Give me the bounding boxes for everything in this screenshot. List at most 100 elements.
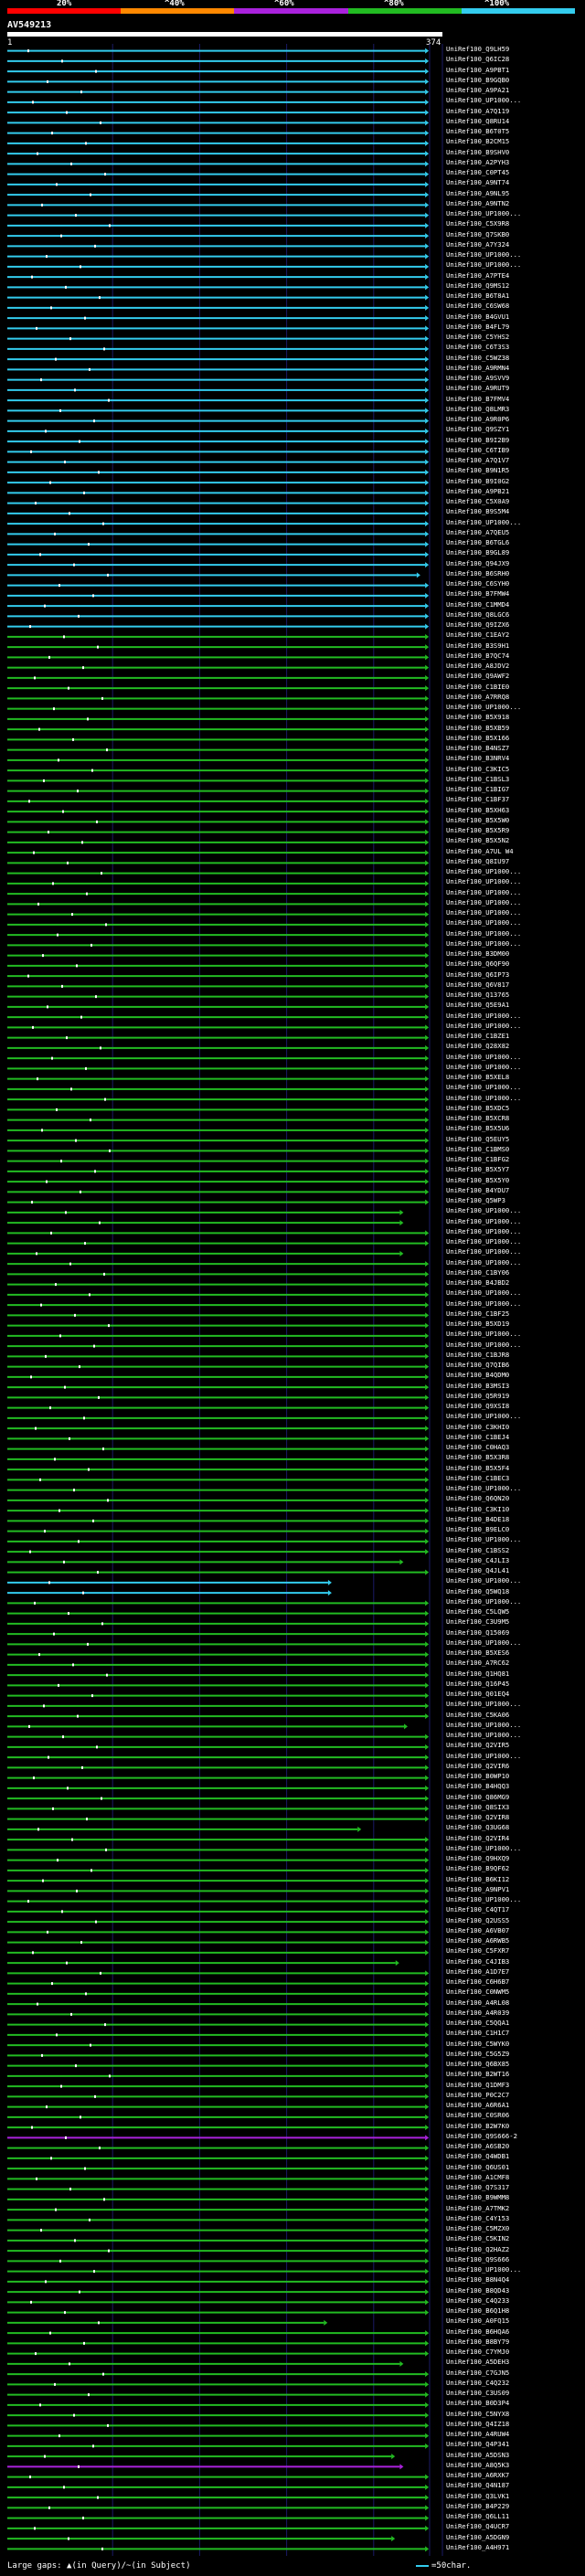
hit-label[interactable]: UniRef100_C5X9R8 — [446, 220, 585, 228]
hit-label[interactable]: UniRef100_A6VB07 — [446, 1927, 585, 1935]
hit-label[interactable]: UniRef100_UP1000... — [446, 1207, 585, 1214]
hit-label[interactable]: UniRef100_Q5E9A1 — [446, 1002, 585, 1009]
hit-label[interactable]: UniRef100_A4RL08 — [446, 1999, 585, 2007]
hit-label[interactable]: UniRef100_C1H1C7 — [446, 2030, 585, 2037]
hit-label[interactable]: UniRef100_B5X5U6 — [446, 1125, 585, 1132]
hit-label[interactable]: UniRef100_B9N1R5 — [446, 467, 585, 474]
hit-label[interactable]: UniRef100_A7RRQ8 — [446, 694, 585, 701]
hit-label[interactable]: UniRef100_UP1000... — [446, 1289, 585, 1297]
hit-label[interactable]: UniRef100_C0PT45 — [446, 169, 585, 176]
hit-label[interactable]: UniRef100_B9GL89 — [446, 549, 585, 557]
hit-label[interactable]: UniRef100_Q6LL11 — [446, 2513, 585, 2520]
hit-label[interactable]: UniRef100_UP1000... — [446, 1639, 585, 1647]
hit-label[interactable]: UniRef100_B0D3P4 — [446, 2400, 585, 2407]
hit-label[interactable]: UniRef100_A6RXK7 — [446, 2472, 585, 2479]
hit-label[interactable]: UniRef100_C5MZX0 — [446, 2225, 585, 2232]
hit-label[interactable]: UniRef100_Q1DMF3 — [446, 2082, 585, 2089]
hit-label[interactable]: UniRef100_Q13765 — [446, 991, 585, 999]
hit-label[interactable]: UniRef100_A9NPV1 — [446, 1886, 585, 1893]
hit-label[interactable]: UniRef100_C3KHI0 — [446, 1424, 585, 1431]
hit-label[interactable]: UniRef100_UP1000... — [446, 889, 585, 896]
hit-label[interactable]: UniRef100_A7UL W4 — [446, 848, 585, 855]
hit-label[interactable]: UniRef100_Q9IZX6 — [446, 621, 585, 629]
hit-label[interactable]: UniRef100_C4JIB3 — [446, 1958, 585, 1966]
hit-label[interactable]: UniRef100_A9RUT9 — [446, 385, 585, 392]
hit-label[interactable]: UniRef100_UP1000... — [446, 1330, 585, 1338]
hit-label[interactable]: UniRef100_A9PA21 — [446, 87, 585, 94]
hit-label[interactable]: UniRef100_C1BJR8 — [446, 1352, 585, 1359]
hit-label[interactable]: UniRef100_A6RWB5 — [446, 1937, 585, 1945]
hit-label[interactable]: UniRef100_Q2VIR4 — [446, 1835, 585, 1842]
hit-label[interactable]: UniRef100_B2WT16 — [446, 2071, 585, 2078]
hit-label[interactable]: UniRef100_C4QT17 — [446, 1906, 585, 1913]
hit-label[interactable]: UniRef100_B0WP10 — [446, 1773, 585, 1780]
hit-label[interactable]: UniRef100_Q94JX9 — [446, 560, 585, 567]
hit-label[interactable]: UniRef100_UP1000... — [446, 1577, 585, 1585]
hit-label[interactable]: UniRef100_C5KIN2 — [446, 2235, 585, 2242]
hit-label[interactable]: UniRef100_UP1000... — [446, 1413, 585, 1420]
hit-label[interactable]: UniRef100_A7Q1V7 — [446, 457, 585, 464]
hit-label[interactable]: UniRef100_UP1000... — [446, 97, 585, 104]
hit-label[interactable]: UniRef100_C5X0A9 — [446, 498, 585, 505]
hit-label[interactable]: UniRef100_B4HQQ3 — [446, 1783, 585, 1790]
hit-label[interactable]: UniRef100_B3NRV4 — [446, 755, 585, 762]
hit-label[interactable]: UniRef100_B5X3R8 — [446, 1454, 585, 1461]
hit-label[interactable]: UniRef100_A7PTE4 — [446, 272, 585, 280]
hit-label[interactable]: UniRef100_A6SB20 — [446, 2143, 585, 2150]
hit-label[interactable]: UniRef100_C7YMJ0 — [446, 2348, 585, 2356]
hit-label[interactable]: UniRef100_C5QQA1 — [446, 2019, 585, 2027]
hit-label[interactable]: UniRef100_Q6BX85 — [446, 2061, 585, 2068]
hit-label[interactable]: UniRef100_Q4WDB1 — [446, 2153, 585, 2160]
hit-label[interactable]: UniRef100_Q5EUY5 — [446, 1136, 585, 1143]
hit-label[interactable]: UniRef100_Q9S666-2 — [446, 2133, 585, 2140]
hit-label[interactable]: UniRef100_A9PB21 — [446, 488, 585, 495]
hit-label[interactable]: UniRef100_A0FQ15 — [446, 2317, 585, 2325]
hit-label[interactable]: UniRef100_B2CM15 — [446, 138, 585, 145]
hit-label[interactable]: UniRef100_B5X5N2 — [446, 837, 585, 844]
hit-label[interactable]: UniRef100_B9WMM8 — [446, 2194, 585, 2201]
hit-label[interactable]: UniRef100_B9GQB0 — [446, 77, 585, 84]
hit-label[interactable]: UniRef100_A2PYH3 — [446, 159, 585, 166]
hit-label[interactable]: UniRef100_C3KIC5 — [446, 766, 585, 773]
hit-label[interactable]: UniRef100_Q9S666 — [446, 2256, 585, 2263]
hit-label[interactable]: UniRef100_UP1000... — [446, 1845, 585, 1852]
hit-label[interactable]: UniRef100_Q8IU97 — [446, 858, 585, 865]
hit-label[interactable]: UniRef100_Q4UCR7 — [446, 2523, 585, 2530]
hit-label[interactable]: UniRef100_UP1000... — [446, 1722, 585, 1729]
hit-label[interactable]: UniRef100_B4YDU7 — [446, 1187, 585, 1194]
hit-label[interactable]: UniRef100_UP1000... — [446, 1012, 585, 1020]
hit-label[interactable]: UniRef100_Q7QIB6 — [446, 1362, 585, 1369]
hit-label[interactable]: UniRef100_B5X5W0 — [446, 817, 585, 824]
hit-label[interactable]: UniRef100_UP1000... — [446, 1023, 585, 1030]
hit-label[interactable]: UniRef100_A1CMF8 — [446, 2174, 585, 2181]
hit-label[interactable]: UniRef100_C1BFG2 — [446, 1156, 585, 1163]
hit-label[interactable]: UniRef100_B7FMV4 — [446, 396, 585, 403]
hit-label[interactable]: UniRef100_B9QF62 — [446, 1865, 585, 1872]
hit-label[interactable]: UniRef100_B3S9H1 — [446, 642, 585, 650]
hit-label[interactable]: UniRef100_Q9XSI8 — [446, 1403, 585, 1410]
hit-label[interactable]: UniRef100_Q16P45 — [446, 1680, 585, 1688]
hit-label[interactable]: UniRef100_Q6QN20 — [446, 1495, 585, 1502]
hit-label[interactable]: UniRef100_C1BIE0 — [446, 684, 585, 691]
hit-label[interactable]: UniRef100_B8N4Q4 — [446, 2276, 585, 2284]
hit-label[interactable]: UniRef100_C4JLI3 — [446, 1557, 585, 1564]
hit-label[interactable]: UniRef100_B5XCR8 — [446, 1115, 585, 1122]
hit-label[interactable]: UniRef100_UP1000... — [446, 1238, 585, 1246]
hit-label[interactable]: UniRef100_UP1000... — [446, 1084, 585, 1091]
hit-label[interactable]: UniRef100_Q8RU14 — [446, 118, 585, 125]
hit-label[interactable]: UniRef100_B5X5Y0 — [446, 1177, 585, 1184]
hit-label[interactable]: UniRef100_UP1000... — [446, 868, 585, 875]
hit-label[interactable]: UniRef100_B4QDM0 — [446, 1372, 585, 1379]
hit-label[interactable]: UniRef100_A7TMK2 — [446, 2205, 585, 2212]
hit-label[interactable]: UniRef100_Q86MG9 — [446, 1794, 585, 1801]
hit-label[interactable]: UniRef100_A9RMN4 — [446, 365, 585, 372]
hit-label[interactable]: UniRef100_Q3UG68 — [446, 1824, 585, 1831]
hit-label[interactable]: UniRef100_C0SR06 — [446, 2112, 585, 2119]
hit-label[interactable]: UniRef100_UP1000... — [446, 1536, 585, 1543]
hit-label[interactable]: UniRef100_B7QC74 — [446, 652, 585, 660]
hit-label[interactable]: UniRef100_Q2HAZ2 — [446, 2246, 585, 2253]
hit-label[interactable]: UniRef100_B5X918 — [446, 714, 585, 721]
hit-label[interactable]: UniRef100_C1BIG7 — [446, 786, 585, 793]
hit-label[interactable]: UniRef100_C5FXR7 — [446, 1947, 585, 1955]
hit-label[interactable]: UniRef100_A8Q5K3 — [446, 2462, 585, 2469]
